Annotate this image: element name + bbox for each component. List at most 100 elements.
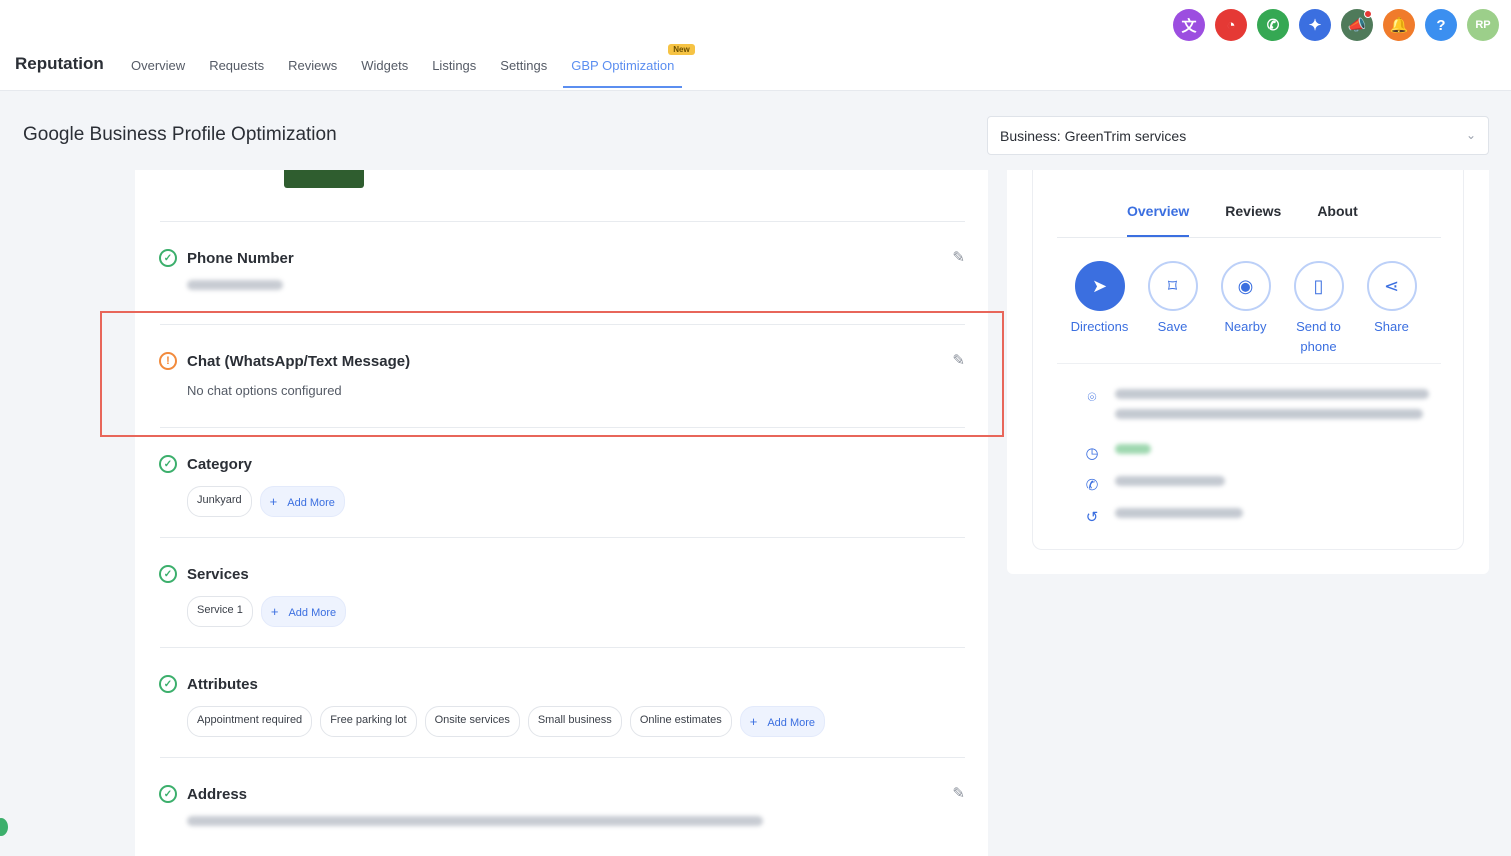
action-nearby[interactable]: ◉ Nearby bbox=[1209, 261, 1282, 357]
tab-overview[interactable]: Overview bbox=[131, 58, 185, 73]
tab-settings[interactable]: Settings bbox=[500, 58, 547, 73]
magic-wand-icon[interactable]: ✦ bbox=[1299, 9, 1331, 41]
plus-icon: + bbox=[270, 604, 279, 619]
phone-icon: ✆ bbox=[1085, 477, 1099, 494]
divider bbox=[160, 647, 965, 648]
megaphone-icon[interactable]: 📣 bbox=[1341, 9, 1373, 41]
translate-icon-glyph: 文 bbox=[1181, 17, 1197, 35]
phone-icon[interactable]: ✆ bbox=[1257, 9, 1289, 41]
tab-gbp-optimization[interactable]: GBP Optimization New bbox=[563, 44, 695, 88]
section-services: ✓ Services Service 1 + Add More bbox=[159, 564, 965, 627]
action-share[interactable]: ⋖ Share bbox=[1355, 261, 1428, 357]
section-phone-number: ✓ Phone Number ✎ bbox=[159, 248, 965, 290]
nearby-icon: ◉ bbox=[1220, 261, 1271, 311]
check-circle-icon: ✓ bbox=[159, 565, 177, 583]
business-select[interactable]: Business: GreenTrim services ⌄ bbox=[987, 116, 1489, 155]
share-icon: ⋖ bbox=[1366, 261, 1417, 311]
notification-dot bbox=[1364, 10, 1372, 18]
section-address: ✓ Address ✎ bbox=[159, 784, 965, 826]
action-label: Directions bbox=[1070, 319, 1129, 334]
pencil-icon[interactable]: ✎ bbox=[952, 784, 965, 802]
user-avatar-icon[interactable]: RP bbox=[1467, 9, 1499, 41]
address-value-blurred bbox=[187, 816, 763, 826]
cover-photo-thumbnail bbox=[284, 170, 364, 188]
category-chip[interactable]: Junkyard bbox=[187, 486, 252, 517]
action-send-to-phone[interactable]: ▯ Send to phone bbox=[1282, 261, 1355, 357]
attribute-chip[interactable]: Small business bbox=[527, 706, 622, 737]
pencil-icon[interactable]: ✎ bbox=[952, 248, 965, 266]
profile-sections-card: ✓ Phone Number ✎ ! Chat (WhatsApp/Text M… bbox=[135, 170, 988, 856]
section-title: Phone Number bbox=[187, 249, 294, 267]
section-attributes: ✓ Attributes Appointment required Free p… bbox=[159, 674, 965, 737]
divider bbox=[1057, 237, 1441, 238]
service-chip[interactable]: Service 1 bbox=[187, 596, 253, 627]
bell-icon-glyph: 🔔 bbox=[1389, 17, 1409, 34]
main-nav: Overview Requests Reviews Widgets Listin… bbox=[131, 44, 698, 88]
divider bbox=[160, 221, 965, 222]
check-circle-icon: ✓ bbox=[159, 249, 177, 267]
attribute-chip[interactable]: Free parking lot bbox=[320, 706, 417, 737]
help-icon[interactable]: ? bbox=[1425, 9, 1457, 41]
magic-wand-icon-glyph: ✦ bbox=[1308, 17, 1322, 34]
status-indicator bbox=[0, 818, 8, 836]
send-to-phone-icon: ▯ bbox=[1293, 261, 1344, 311]
clock-icon: ◷ bbox=[1085, 445, 1099, 462]
phone-value-blurred bbox=[187, 280, 283, 290]
chevron-down-icon: ⌄ bbox=[1465, 128, 1476, 142]
action-save[interactable]: ⌑ Save bbox=[1136, 261, 1209, 357]
preview-actions: ➤ Directions ⌑ Save ◉ Nearby ▯ Send to phone ⋖ Sh… bbox=[1063, 261, 1428, 357]
section-title: Category bbox=[187, 455, 253, 473]
action-label: Save bbox=[1157, 319, 1188, 334]
attribute-chip[interactable]: Online estimates bbox=[629, 706, 732, 737]
section-category: ✓ Category Junkyard + Add More bbox=[159, 454, 965, 517]
history-icon: ↺ bbox=[1085, 509, 1099, 526]
tab-widgets[interactable]: Widgets bbox=[361, 58, 408, 73]
check-circle-icon: ✓ bbox=[159, 785, 177, 803]
phone-icon-glyph: ✆ bbox=[1266, 17, 1280, 34]
top-navigation-bar: Reputation Overview Requests Reviews Wid… bbox=[0, 0, 1511, 91]
preview-tab-reviews[interactable]: Reviews bbox=[1225, 203, 1281, 219]
location-pin-icon: ⌾ bbox=[1087, 389, 1097, 406]
check-circle-icon: ✓ bbox=[159, 675, 177, 693]
page-title: Google Business Profile Optimization bbox=[23, 124, 337, 145]
translate-icon[interactable]: 文 bbox=[1173, 9, 1205, 41]
add-more-label: Add More bbox=[288, 607, 337, 619]
profile-preview-card: Overview Reviews About ➤ Directions ⌑ Save ◉… bbox=[1032, 170, 1464, 550]
action-label: Share bbox=[1374, 319, 1409, 334]
preview-hours-row: ◷ bbox=[1083, 444, 1151, 464]
add-attribute-button[interactable]: + Add More bbox=[739, 706, 826, 737]
attribute-chip[interactable]: Appointment required bbox=[187, 706, 313, 737]
chat-section-highlight bbox=[100, 311, 1004, 437]
speedometer-icon-glyph: ◔ bbox=[1226, 16, 1236, 34]
section-title: Address bbox=[187, 785, 248, 803]
tab-requests[interactable]: Requests bbox=[209, 58, 264, 73]
new-badge: New bbox=[668, 44, 695, 55]
action-directions[interactable]: ➤ Directions bbox=[1063, 261, 1136, 357]
section-title: Services bbox=[187, 565, 249, 583]
profile-preview-panel: Overview Reviews About ➤ Directions ⌑ Save ◉… bbox=[1007, 170, 1489, 574]
divider bbox=[160, 757, 965, 758]
plus-icon: + bbox=[269, 494, 278, 509]
tab-listings[interactable]: Listings bbox=[432, 58, 476, 73]
divider bbox=[1057, 363, 1441, 364]
user-avatar-icon-glyph: RP bbox=[1475, 19, 1491, 31]
bookmark-icon: ⌑ bbox=[1147, 261, 1198, 311]
megaphone-icon-glyph: 📣 bbox=[1347, 17, 1367, 34]
add-service-button[interactable]: + Add More bbox=[260, 596, 347, 627]
divider bbox=[160, 537, 965, 538]
help-icon-glyph: ? bbox=[1436, 16, 1446, 34]
preview-phone-row: ✆ bbox=[1083, 476, 1225, 496]
business-select-value: Business: GreenTrim services bbox=[1000, 128, 1187, 144]
add-category-button[interactable]: + Add More bbox=[259, 486, 345, 517]
check-circle-icon: ✓ bbox=[159, 455, 177, 473]
preview-tab-about[interactable]: About bbox=[1317, 203, 1357, 219]
plus-icon: + bbox=[749, 714, 758, 729]
section-title: Attributes bbox=[187, 675, 258, 693]
speedometer-icon[interactable]: ◔ bbox=[1215, 9, 1247, 41]
attribute-chip[interactable]: Onsite services bbox=[424, 706, 520, 737]
preview-address-row: ⌾ bbox=[1083, 389, 1429, 429]
app-brand: Reputation bbox=[15, 54, 104, 73]
bell-icon[interactable]: 🔔 bbox=[1383, 9, 1415, 41]
preview-tab-overview[interactable]: Overview bbox=[1127, 203, 1190, 237]
tab-reviews[interactable]: Reviews bbox=[288, 58, 337, 73]
